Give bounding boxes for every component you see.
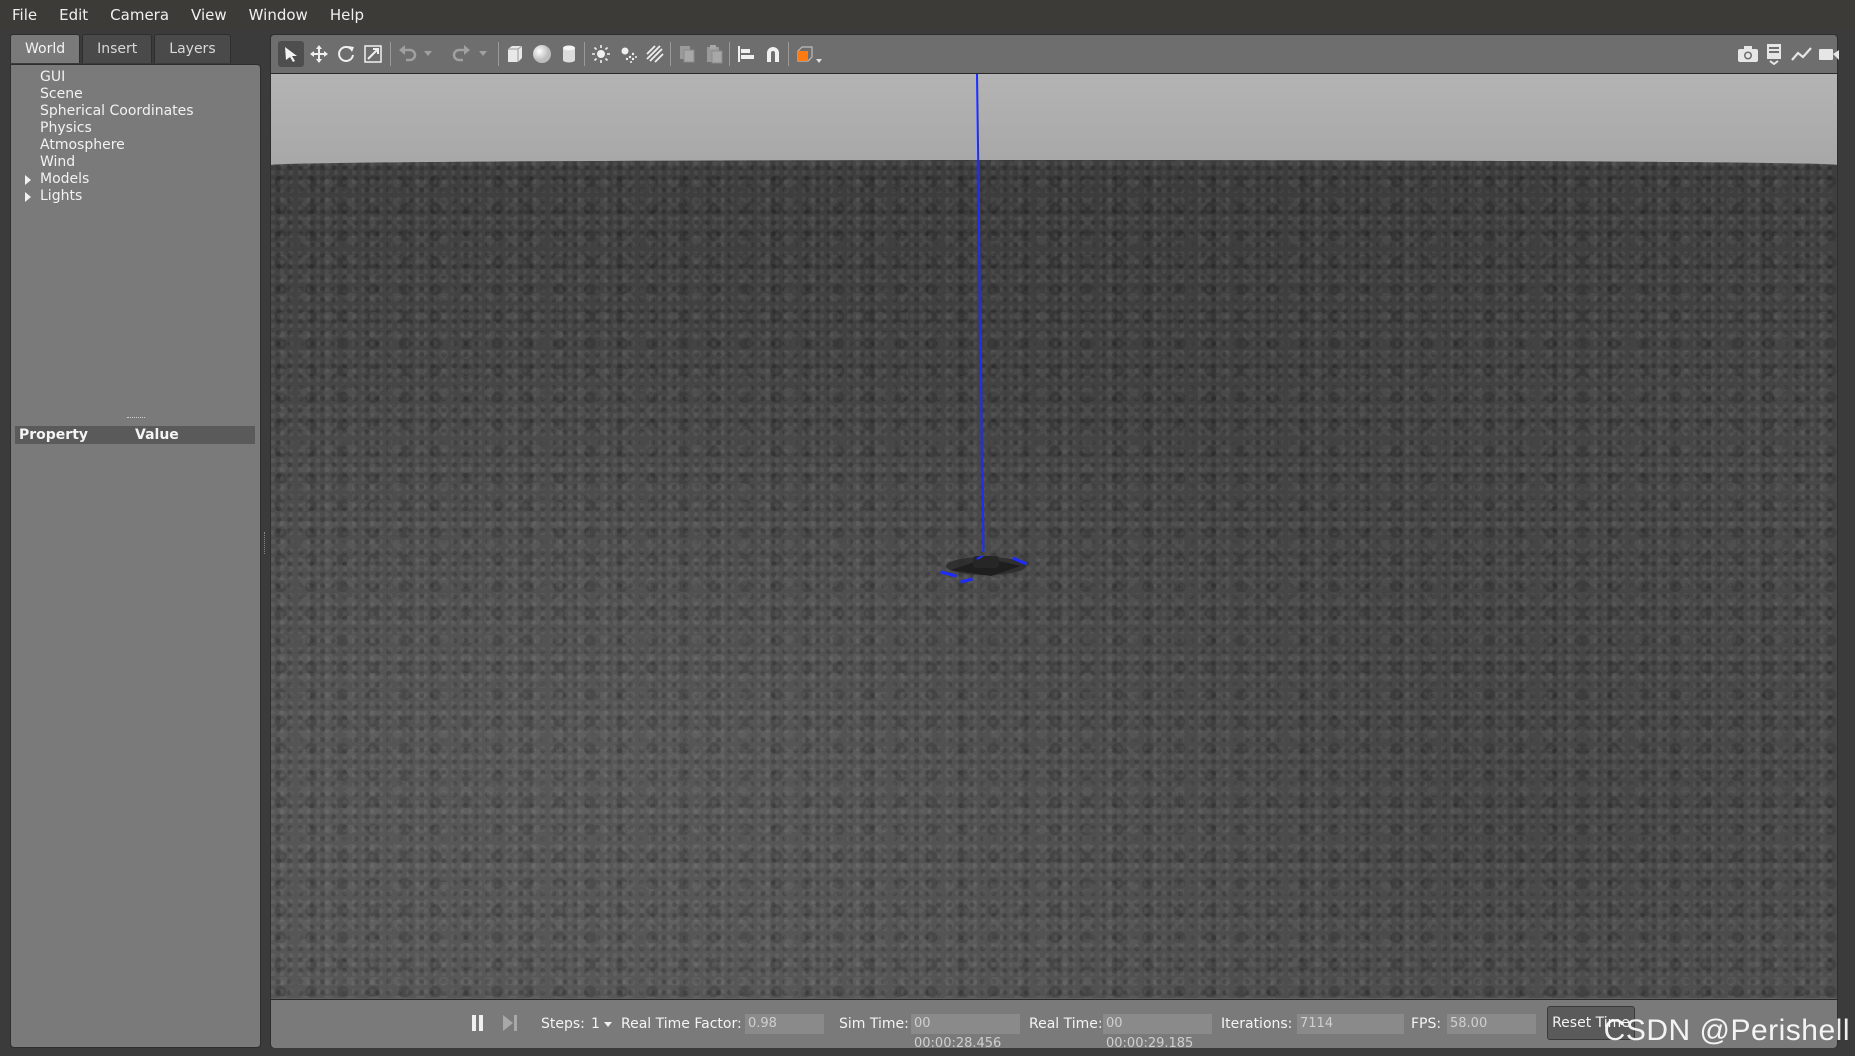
point-light-icon[interactable] <box>588 41 614 67</box>
paste-icon[interactable] <box>701 41 727 67</box>
sim-time-value: 00 00:00:28.456 <box>911 1014 1020 1051</box>
fps-value: 58.00 <box>1447 1014 1536 1034</box>
tree-item-label: Wind <box>40 154 76 170</box>
steps-value: 1 <box>591 1016 600 1032</box>
3d-viewport[interactable] <box>271 74 1837 998</box>
tree-item-wind[interactable]: Wind <box>11 154 260 171</box>
directional-light-icon[interactable] <box>642 41 668 67</box>
menu-edit[interactable]: Edit <box>48 6 99 24</box>
real-time-factor-label: Real Time Factor: <box>621 1016 742 1032</box>
scale-icon[interactable] <box>360 41 386 67</box>
world-tree: GUI Scene Spherical Coordinates Physics … <box>11 69 260 205</box>
menu-camera[interactable]: Camera <box>99 6 180 24</box>
snap-magnet-icon[interactable] <box>760 41 786 67</box>
translate-icon[interactable] <box>306 41 332 67</box>
tree-item-atmosphere[interactable]: Atmosphere <box>11 137 260 154</box>
tree-item-label: GUI <box>40 69 66 85</box>
main-area: Steps: 1 Real Time Factor: 0.98 Sim Time… <box>270 34 1839 1051</box>
toolbar-separator <box>729 42 730 66</box>
sphere-shape-icon[interactable] <box>529 41 555 67</box>
left-panel: World Insert Layers GUI Scene Spherical … <box>10 34 261 1048</box>
toolbar-separator <box>788 42 789 66</box>
toolbar-separator <box>670 42 671 66</box>
iterations-value: 7114 <box>1297 1014 1404 1034</box>
screenshot-camera-icon[interactable] <box>1735 41 1761 67</box>
left-panel-resize-handle[interactable] <box>264 532 268 554</box>
tree-item-gui[interactable]: GUI <box>11 69 260 86</box>
panel-splitter-handle[interactable] <box>127 417 145 420</box>
pause-icon[interactable] <box>471 1015 485 1031</box>
toolbar <box>271 35 1839 74</box>
sky <box>271 74 1837 168</box>
tree-item-physics[interactable]: Physics <box>11 120 260 137</box>
quadcopter-model[interactable] <box>921 536 1051 596</box>
video-record-icon[interactable] <box>1816 41 1842 67</box>
tab-world[interactable]: World <box>10 34 81 63</box>
toolbar-separator <box>498 42 499 66</box>
fps-label: FPS: <box>1411 1016 1442 1032</box>
expand-arrow-icon[interactable] <box>25 175 31 185</box>
watermark: CSDN @Perishell <box>1603 1014 1850 1047</box>
box-shape-icon[interactable] <box>502 41 528 67</box>
value-column-header: Value <box>135 427 179 443</box>
world-panel: GUI Scene Spherical Coordinates Physics … <box>10 64 261 1048</box>
cylinder-shape-icon[interactable] <box>556 41 582 67</box>
tree-item-models[interactable]: Models <box>11 171 260 188</box>
tree-item-label: Physics <box>40 120 92 136</box>
tree-item-lights[interactable]: Lights <box>11 188 260 205</box>
align-icon[interactable] <box>733 41 759 67</box>
property-column-header: Property <box>19 427 89 443</box>
plot-icon[interactable] <box>1789 41 1815 67</box>
tree-item-label: Spherical Coordinates <box>40 103 194 119</box>
expand-arrow-icon[interactable] <box>25 192 31 202</box>
real-time-factor-value: 0.98 <box>745 1014 824 1034</box>
undo-dropdown-icon[interactable] <box>421 41 435 67</box>
real-time-value: 00 00:00:29.185 <box>1103 1014 1212 1051</box>
iterations-label: Iterations: <box>1221 1016 1293 1032</box>
sim-time-label: Sim Time: <box>839 1016 909 1032</box>
tab-insert[interactable]: Insert <box>82 34 153 63</box>
menu-file[interactable]: File <box>0 6 48 24</box>
select-arrow-icon[interactable] <box>278 41 304 67</box>
menu-window[interactable]: Window <box>238 6 319 24</box>
copy-icon[interactable] <box>674 41 700 67</box>
log-record-icon[interactable] <box>1762 41 1788 67</box>
tree-item-scene[interactable]: Scene <box>11 86 260 103</box>
menu-bar: File Edit Camera View Window Help <box>0 0 1855 30</box>
view-angle-cube-icon[interactable] <box>792 41 826 67</box>
property-table-header: Property Value <box>15 426 255 444</box>
chevron-down-icon <box>603 1021 612 1027</box>
rotate-icon[interactable] <box>333 41 359 67</box>
redo-icon[interactable] <box>449 41 475 67</box>
tab-layers[interactable]: Layers <box>154 34 231 63</box>
real-time-label: Real Time: <box>1029 1016 1103 1032</box>
menu-view[interactable]: View <box>180 6 238 24</box>
undo-icon[interactable] <box>394 41 420 67</box>
steps-dropdown[interactable]: 1 <box>591 1014 612 1034</box>
redo-dropdown-icon[interactable] <box>476 41 490 67</box>
tree-item-label: Lights <box>40 188 83 204</box>
tree-item-label: Atmosphere <box>40 137 125 153</box>
spot-light-icon[interactable] <box>615 41 641 67</box>
status-bar: Steps: 1 Real Time Factor: 0.98 Sim Time… <box>271 999 1837 1051</box>
ground-shading <box>271 160 1837 998</box>
step-forward-icon[interactable] <box>503 1015 519 1031</box>
tree-item-label: Models <box>40 171 90 187</box>
menu-help[interactable]: Help <box>319 6 375 24</box>
steps-label: Steps: <box>541 1016 585 1032</box>
left-panel-tabs: World Insert Layers <box>10 34 233 64</box>
toolbar-separator <box>584 42 585 66</box>
toolbar-separator <box>390 42 391 66</box>
tree-item-label: Scene <box>40 86 83 102</box>
tree-item-spherical-coordinates[interactable]: Spherical Coordinates <box>11 103 260 120</box>
